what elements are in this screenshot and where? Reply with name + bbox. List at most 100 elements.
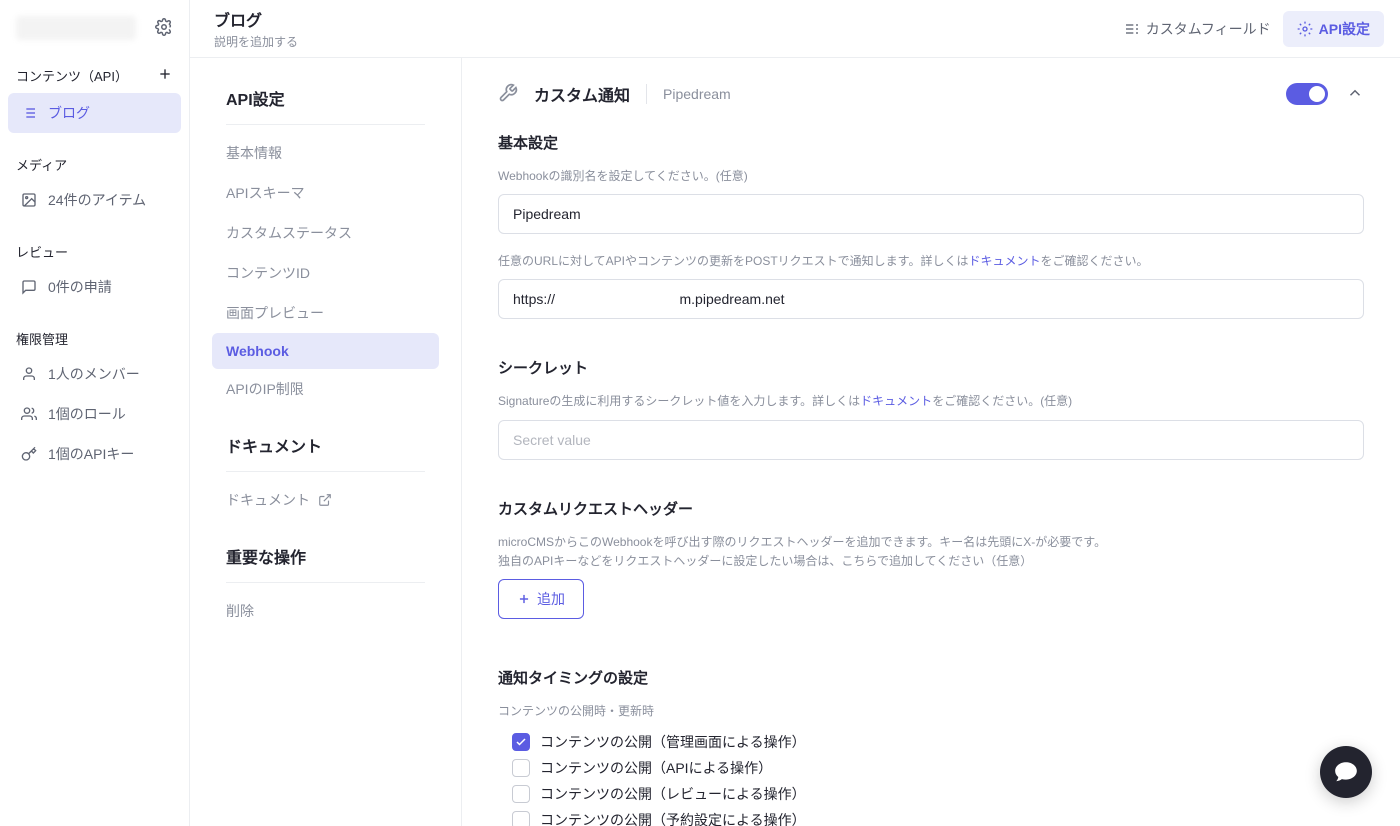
- settings-nav-label: 基本情報: [226, 143, 282, 163]
- checkbox[interactable]: [512, 811, 530, 826]
- settings-nav-group-docs: ドキュメント ドキュメント: [226, 433, 425, 520]
- checkbox-row[interactable]: コンテンツの公開（予約設定による操作）: [512, 807, 1364, 826]
- sidebar-item-apikeys[interactable]: 1個のAPIキー: [8, 434, 181, 474]
- secret-hint: Signatureの生成に利用するシークレット値を入力します。詳しくはドキュメン…: [498, 392, 1364, 411]
- tools-icon: [498, 83, 518, 106]
- pane-title: カスタム通知: [534, 82, 630, 106]
- settings-nav-group-danger: 重要な操作 削除: [226, 544, 425, 631]
- sidebar-contents-heading: コンテンツ（API）: [8, 58, 181, 93]
- page-title: ブログ: [214, 7, 298, 31]
- sidebar-review-heading: レビュー: [8, 220, 181, 267]
- settings-nav-delete[interactable]: 削除: [212, 591, 439, 631]
- settings-nav-docs-link[interactable]: ドキュメント: [212, 480, 439, 520]
- divider: [646, 84, 647, 104]
- settings-nav-label: 画面プレビュー: [226, 303, 324, 323]
- checkbox-group: コンテンツの公開（管理画面による操作） コンテンツの公開（APIによる操作） コンテ…: [512, 729, 1364, 826]
- header-hint: microCMSからこのWebhookを呼び出す際のリクエストヘッダーを追加でき…: [498, 533, 1364, 571]
- gear-icon: [1297, 21, 1313, 37]
- add-header-button[interactable]: 追加: [498, 579, 584, 619]
- webhook-enabled-toggle[interactable]: [1286, 83, 1328, 105]
- section-title: カスタムリクエストヘッダー: [498, 498, 1364, 519]
- section-title: シークレット: [498, 357, 1364, 378]
- image-icon: [20, 192, 38, 208]
- custom-fields-button[interactable]: カスタムフィールド: [1124, 19, 1271, 39]
- settings-nav-label: APIスキーマ: [226, 183, 305, 203]
- settings-nav: API設定 基本情報 APIスキーマ カスタムステータス コンテンツID 画面プ…: [190, 58, 462, 826]
- section-title: 通知タイミングの設定: [498, 667, 1364, 688]
- sidebar-item-members[interactable]: 1人のメンバー: [8, 354, 181, 394]
- sidebar-item-label: 24件のアイテム: [48, 190, 146, 210]
- sidebar-item-label: 0件の申請: [48, 277, 112, 297]
- api-settings-label: API設定: [1319, 19, 1370, 39]
- settings-nav-contentid[interactable]: コンテンツID: [212, 253, 439, 293]
- secret-input[interactable]: [498, 420, 1364, 460]
- add-label: 追加: [537, 589, 565, 609]
- list-icon: [20, 105, 38, 121]
- url-input-wrap: [498, 279, 1364, 337]
- sidebar-item-review[interactable]: 0件の申請: [8, 267, 181, 307]
- docs-link[interactable]: ドキュメント: [860, 394, 932, 408]
- top-header: ブログ 説明を追加する カスタムフィールド API設定: [190, 0, 1400, 58]
- header-right: カスタムフィールド API設定: [1124, 11, 1384, 47]
- sidebar-item-label: ブログ: [48, 103, 90, 123]
- collapse-button[interactable]: [1346, 84, 1364, 105]
- workspace-settings-button[interactable]: [155, 18, 173, 39]
- settings-nav-iprestrict[interactable]: APIのIP制限: [212, 369, 439, 409]
- settings-nav-status[interactable]: カスタムステータス: [212, 213, 439, 253]
- content-pane: カスタム通知 Pipedream 基本設定 Webhookの識別名を設定してくだ…: [462, 58, 1400, 826]
- sidebar-perm-heading: 権限管理: [8, 307, 181, 354]
- settings-nav-label: APIのIP制限: [226, 379, 304, 399]
- webhook-url-input[interactable]: [498, 279, 1364, 319]
- gear-icon: [155, 18, 173, 36]
- pane-subtitle: Pipedream: [663, 86, 731, 102]
- settings-nav-label: カスタムステータス: [226, 223, 352, 243]
- chat-fab[interactable]: [1320, 746, 1372, 798]
- checkbox[interactable]: [512, 733, 530, 751]
- url-hint: 任意のURLに対してAPIやコンテンツの更新をPOSTリクエストで通知します。詳…: [498, 252, 1364, 271]
- content-header: カスタム通知 Pipedream: [498, 82, 1364, 106]
- checkbox[interactable]: [512, 759, 530, 777]
- settings-nav-label: 削除: [226, 601, 254, 621]
- checkbox[interactable]: [512, 785, 530, 803]
- settings-nav-preview[interactable]: 画面プレビュー: [212, 293, 439, 333]
- settings-nav-label: コンテンツID: [226, 263, 310, 283]
- docs-link[interactable]: ドキュメント: [968, 254, 1040, 268]
- settings-nav-group-api: API設定 基本情報 APIスキーマ カスタムステータス コンテンツID 画面プ…: [226, 86, 425, 409]
- settings-nav-label: Webhook: [226, 343, 289, 359]
- checkbox-row[interactable]: コンテンツの公開（レビューによる操作）: [512, 781, 1364, 807]
- settings-nav-label: ドキュメント: [226, 490, 310, 510]
- webhook-name-input[interactable]: [498, 194, 1364, 234]
- sidebar: コンテンツ（API） ブログ メディア 24件のアイテム レビュー 0件の申請 …: [0, 0, 190, 826]
- title-block: ブログ 説明を追加する: [214, 7, 298, 50]
- page-description[interactable]: 説明を追加する: [214, 33, 298, 50]
- sidebar-workspace-row: [8, 12, 181, 58]
- checkbox-row[interactable]: コンテンツの公開（APIによる操作）: [512, 755, 1364, 781]
- sidebar-item-blog[interactable]: ブログ: [8, 93, 181, 133]
- sidebar-item-roles[interactable]: 1個のロール: [8, 394, 181, 434]
- add-api-button[interactable]: [157, 66, 173, 85]
- settings-nav-webhook[interactable]: Webhook: [212, 333, 439, 369]
- checkbox-row[interactable]: コンテンツの公開（管理画面による操作）: [512, 729, 1364, 755]
- fields-icon: [1124, 21, 1140, 37]
- basic-section: 基本設定 Webhookの識別名を設定してください。(任意) 任意のURLに対し…: [498, 132, 1364, 337]
- chat-icon: [1333, 759, 1359, 785]
- custom-header-section: カスタムリクエストヘッダー microCMSからこのWebhookを呼び出す際の…: [498, 498, 1364, 647]
- user-icon: [20, 366, 38, 382]
- hint-text: 独自のAPIキーなどをリクエストヘッダーに設定したい場合は、こちらで追加してくだ…: [498, 554, 1032, 568]
- api-settings-button[interactable]: API設定: [1283, 11, 1384, 47]
- chevron-up-icon: [1346, 84, 1364, 102]
- checkbox-label: コンテンツの公開（APIによる操作）: [540, 758, 772, 778]
- header-controls: [1286, 83, 1364, 105]
- sidebar-item-label: 1人のメンバー: [48, 364, 140, 384]
- checkbox-label: コンテンツの公開（管理画面による操作）: [540, 732, 806, 752]
- settings-nav-title: API設定: [226, 86, 425, 125]
- sidebar-item-label: 1個のロール: [48, 404, 126, 424]
- timing-subtitle: コンテンツの公開時・更新時: [498, 702, 1364, 721]
- hint-text: 任意のURLに対してAPIやコンテンツの更新をPOSTリクエストで通知します。詳…: [498, 254, 968, 268]
- custom-fields-label: カスタムフィールド: [1146, 19, 1271, 39]
- settings-nav-schema[interactable]: APIスキーマ: [212, 173, 439, 213]
- sidebar-item-label: 1個のAPIキー: [48, 444, 134, 464]
- settings-nav-basic[interactable]: 基本情報: [212, 133, 439, 173]
- users-icon: [20, 406, 38, 422]
- sidebar-item-media[interactable]: 24件のアイテム: [8, 180, 181, 220]
